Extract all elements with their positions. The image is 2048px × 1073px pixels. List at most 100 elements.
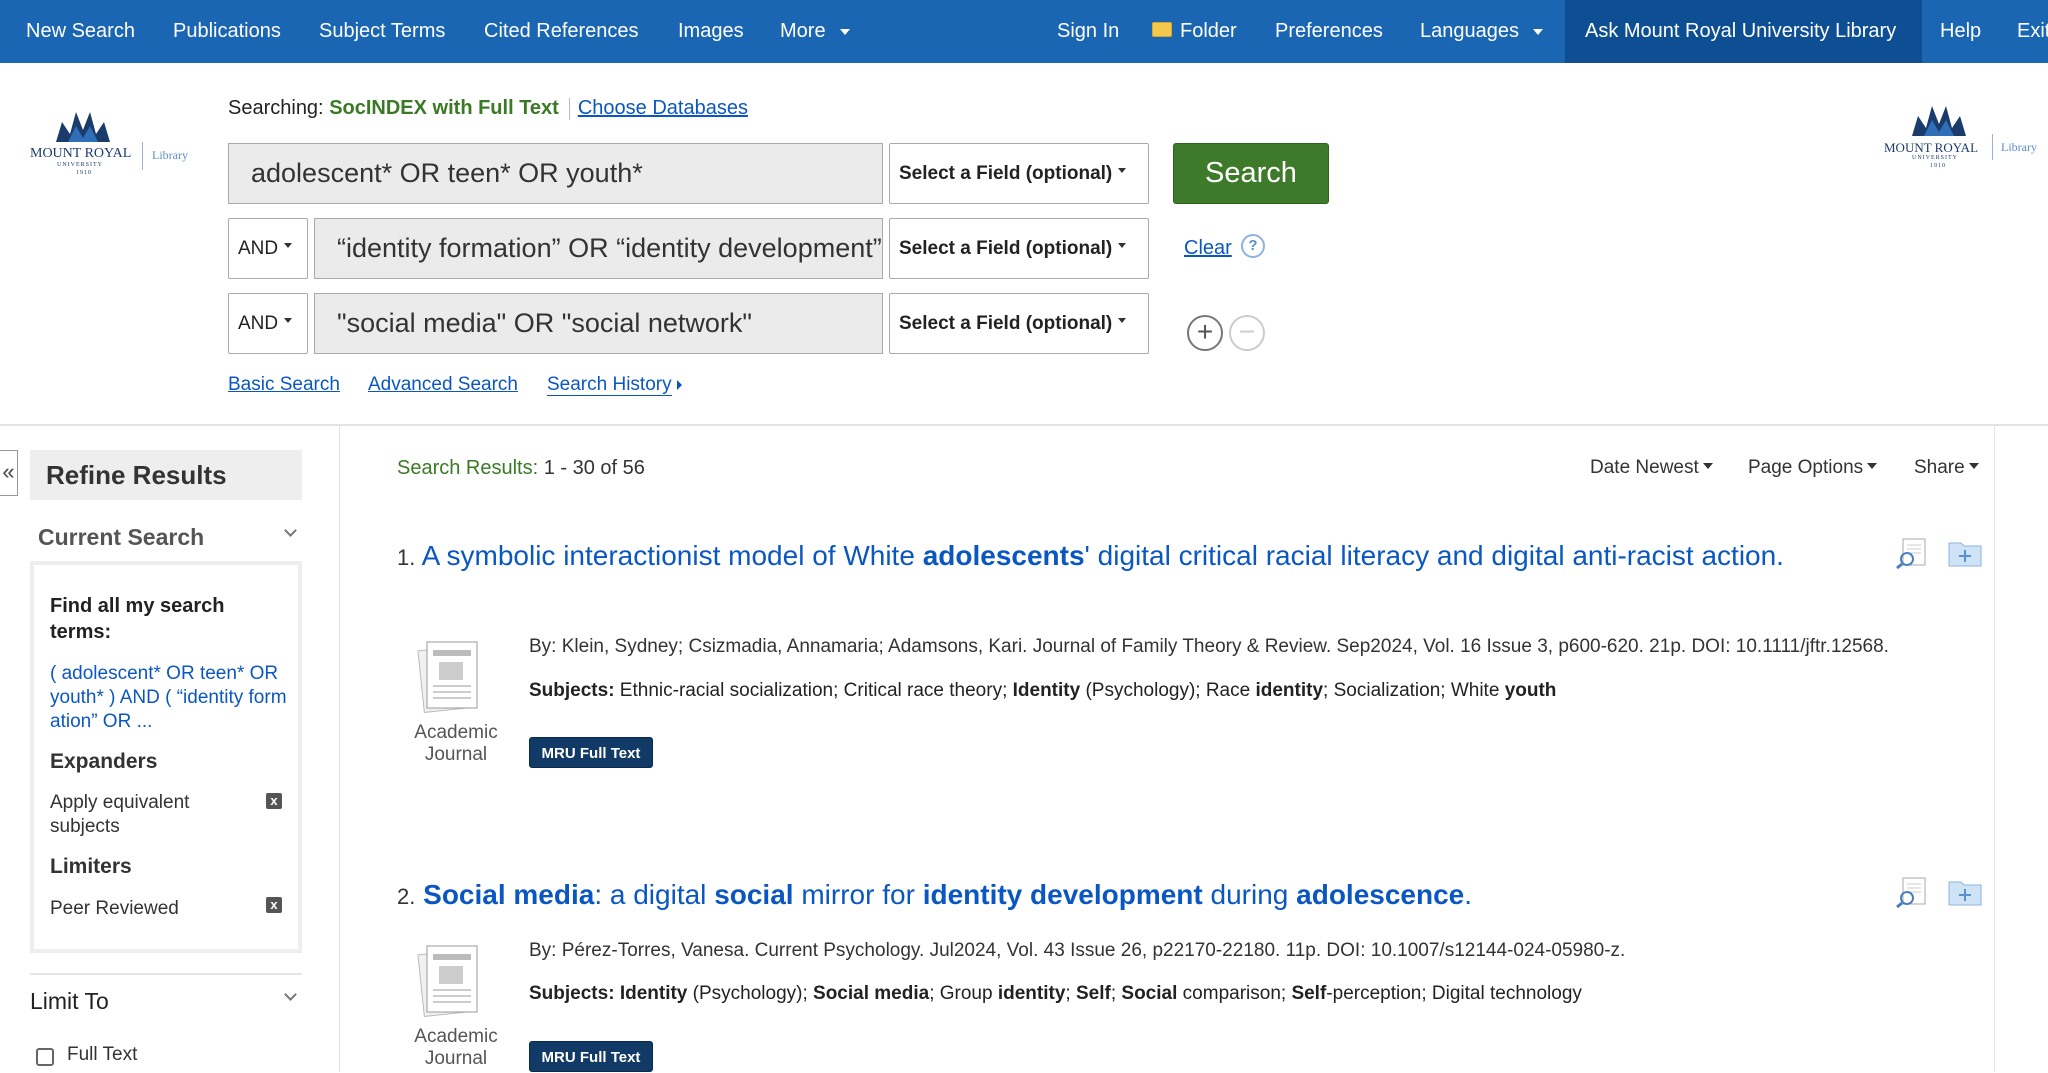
nav-publications[interactable]: Publications xyxy=(173,0,281,63)
current-query-link[interactable]: ( adolescent* OR teen* OR youth* ) AND (… xyxy=(50,662,290,734)
logo-divider xyxy=(1992,134,1993,160)
nav-exit[interactable]: Exit xyxy=(2017,0,2048,63)
logo-name: MOUNT ROYAL xyxy=(1884,140,1979,155)
highlighted-term: Self xyxy=(1075,983,1111,1004)
search-input-1[interactable]: adolescent* OR teen* OR youth* xyxy=(228,143,883,204)
nav-help[interactable]: Help xyxy=(1940,0,1981,63)
nav-more-menu[interactable]: More xyxy=(780,0,850,63)
result-number: 2. xyxy=(397,884,416,909)
full-text-checkbox[interactable] xyxy=(36,1048,54,1066)
field-select-label: Select a Field (optional) xyxy=(899,163,1113,184)
nav-folder[interactable]: Folder xyxy=(1152,0,1237,63)
field-select-3[interactable]: Select a Field (optional) xyxy=(889,293,1149,354)
preview-magnifier-icon[interactable] xyxy=(1895,876,1929,908)
text-segment: -perception; Digital technology xyxy=(1326,983,1582,1004)
search-input-2[interactable]: “identity formation” OR “identity develo… xyxy=(314,218,883,279)
collapse-sidebar-button[interactable]: « xyxy=(0,450,18,496)
basic-search-link-wrap: Basic Search xyxy=(228,374,340,396)
text-segment: A symbolic interactionist model of White xyxy=(421,540,923,571)
limiter-item: Peer Reviewed xyxy=(50,898,179,919)
text-segment: during xyxy=(1202,879,1297,910)
highlighted-term: identity development xyxy=(922,879,1203,910)
boolean-select-3[interactable]: AND xyxy=(228,293,308,354)
nav-preferences[interactable]: Preferences xyxy=(1275,0,1383,63)
text-segment: ; xyxy=(1110,983,1122,1004)
limit-to-toggle[interactable]: Limit To xyxy=(30,988,109,1015)
find-all-terms-label: Find all my search terms: xyxy=(50,595,225,643)
result-title-1[interactable]: 1. A symbolic interactionist model of Wh… xyxy=(397,538,1787,576)
clear-link[interactable]: Clear xyxy=(1184,237,1232,260)
caret-down-icon xyxy=(284,243,293,249)
institution-logo-right: MOUNT ROYAL UNIVERSITY 1910 Library xyxy=(1884,102,2048,172)
help-icon[interactable]: ? xyxy=(1241,234,1265,258)
result-title-2[interactable]: 2. Social media: a digital social mirror… xyxy=(397,877,1787,915)
share-dropdown[interactable]: Share xyxy=(1914,457,1979,479)
nav-folder-label: Folder xyxy=(1180,20,1237,42)
triangle-right-icon xyxy=(676,380,682,390)
text-segment: ; xyxy=(1065,983,1076,1004)
highlighted-term: Identity xyxy=(1012,680,1081,701)
boolean-label: AND xyxy=(238,238,279,259)
page-options-dropdown[interactable]: Page Options xyxy=(1748,457,1878,479)
logo-university: UNIVERSITY xyxy=(57,162,103,168)
current-search-toggle[interactable]: Current Search xyxy=(38,524,204,551)
text-segment: (Psychology); Race xyxy=(1080,680,1256,701)
highlighted-term: identity xyxy=(997,983,1066,1004)
field-select-label: Select a Field (optional) xyxy=(899,313,1113,334)
logo-year: 1910 xyxy=(76,170,92,176)
nav-new-search[interactable]: New Search xyxy=(26,0,135,63)
add-to-folder-icon[interactable] xyxy=(1947,876,1983,908)
nav-languages-menu[interactable]: Languages xyxy=(1420,0,1543,63)
choose-databases-link[interactable]: Choose Databases xyxy=(578,97,748,119)
search-button[interactable]: Search xyxy=(1173,143,1329,204)
highlighted-term: Social xyxy=(1121,983,1178,1004)
mru-full-text-button[interactable]: MRU Full Text xyxy=(529,1041,653,1072)
remove-row-button[interactable]: − xyxy=(1229,315,1265,351)
subjects-label: Subjects: xyxy=(529,680,615,701)
chevron-down-icon[interactable] xyxy=(284,524,297,537)
expander-item: Apply equivalent subjects xyxy=(50,792,190,837)
nav-sign-in[interactable]: Sign In xyxy=(1057,0,1119,63)
highlighted-term: social xyxy=(714,879,794,910)
caret-down-icon xyxy=(839,28,850,35)
text-segment: . xyxy=(1464,879,1473,910)
page-options-label: Page Options xyxy=(1748,457,1864,478)
remove-expander-icon[interactable]: x xyxy=(266,793,282,809)
nav-cited-references[interactable]: Cited References xyxy=(484,0,639,63)
searching-line: Searching: SocINDEX with Full Text Choose… xyxy=(228,97,748,120)
highlighted-term: adolescents xyxy=(922,540,1085,571)
document-type-label: Academic Journal xyxy=(414,1026,498,1069)
add-row-button[interactable]: + xyxy=(1187,315,1223,351)
advanced-search-link[interactable]: Advanced Search xyxy=(368,374,518,395)
field-select-2[interactable]: Select a Field (optional) xyxy=(889,218,1149,279)
text-segment: Ethnic-racial socialization; Critical ra… xyxy=(614,680,1013,701)
caret-down-icon xyxy=(284,318,293,324)
logo-divider xyxy=(142,142,143,170)
sort-label: Date Newest xyxy=(1590,457,1699,478)
logo-university: UNIVERSITY xyxy=(1912,155,1958,161)
sort-dropdown[interactable]: Date Newest xyxy=(1590,457,1713,479)
nav-languages-label: Languages xyxy=(1420,20,1519,42)
logo-year: 1910 xyxy=(1930,163,1946,169)
preview-magnifier-icon[interactable] xyxy=(1895,537,1929,569)
text-segment: : a digital xyxy=(594,879,715,910)
institution-logo-left[interactable]: MOUNT ROYAL UNIVERSITY 1910 Library xyxy=(30,108,200,178)
search-history-link[interactable]: Search History xyxy=(547,374,672,396)
result-subjects: Subjects: Identity (Psychology); Social … xyxy=(529,983,1582,1005)
field-select-1[interactable]: Select a Field (optional) xyxy=(889,143,1149,204)
subjects-label: Subjects: xyxy=(529,983,615,1004)
add-to-folder-icon[interactable] xyxy=(1947,537,1983,569)
nav-subject-terms[interactable]: Subject Terms xyxy=(319,0,445,63)
academic-journal-icon xyxy=(417,945,478,1017)
logo-library: Library xyxy=(2001,140,2037,154)
expanders-heading: Expanders xyxy=(50,750,158,773)
mru-full-text-button[interactable]: MRU Full Text xyxy=(529,737,653,768)
remove-limiter-icon[interactable]: x xyxy=(266,897,282,913)
nav-images[interactable]: Images xyxy=(678,0,744,63)
search-input-3[interactable]: "social media" OR "social network" xyxy=(314,293,883,354)
highlighted-term: Self xyxy=(1291,983,1327,1004)
nav-ask-library[interactable]: Ask Mount Royal University Library xyxy=(1565,0,1922,63)
boolean-select-2[interactable]: AND xyxy=(228,218,308,279)
chevron-down-icon[interactable] xyxy=(284,988,297,1001)
basic-search-link[interactable]: Basic Search xyxy=(228,374,340,395)
